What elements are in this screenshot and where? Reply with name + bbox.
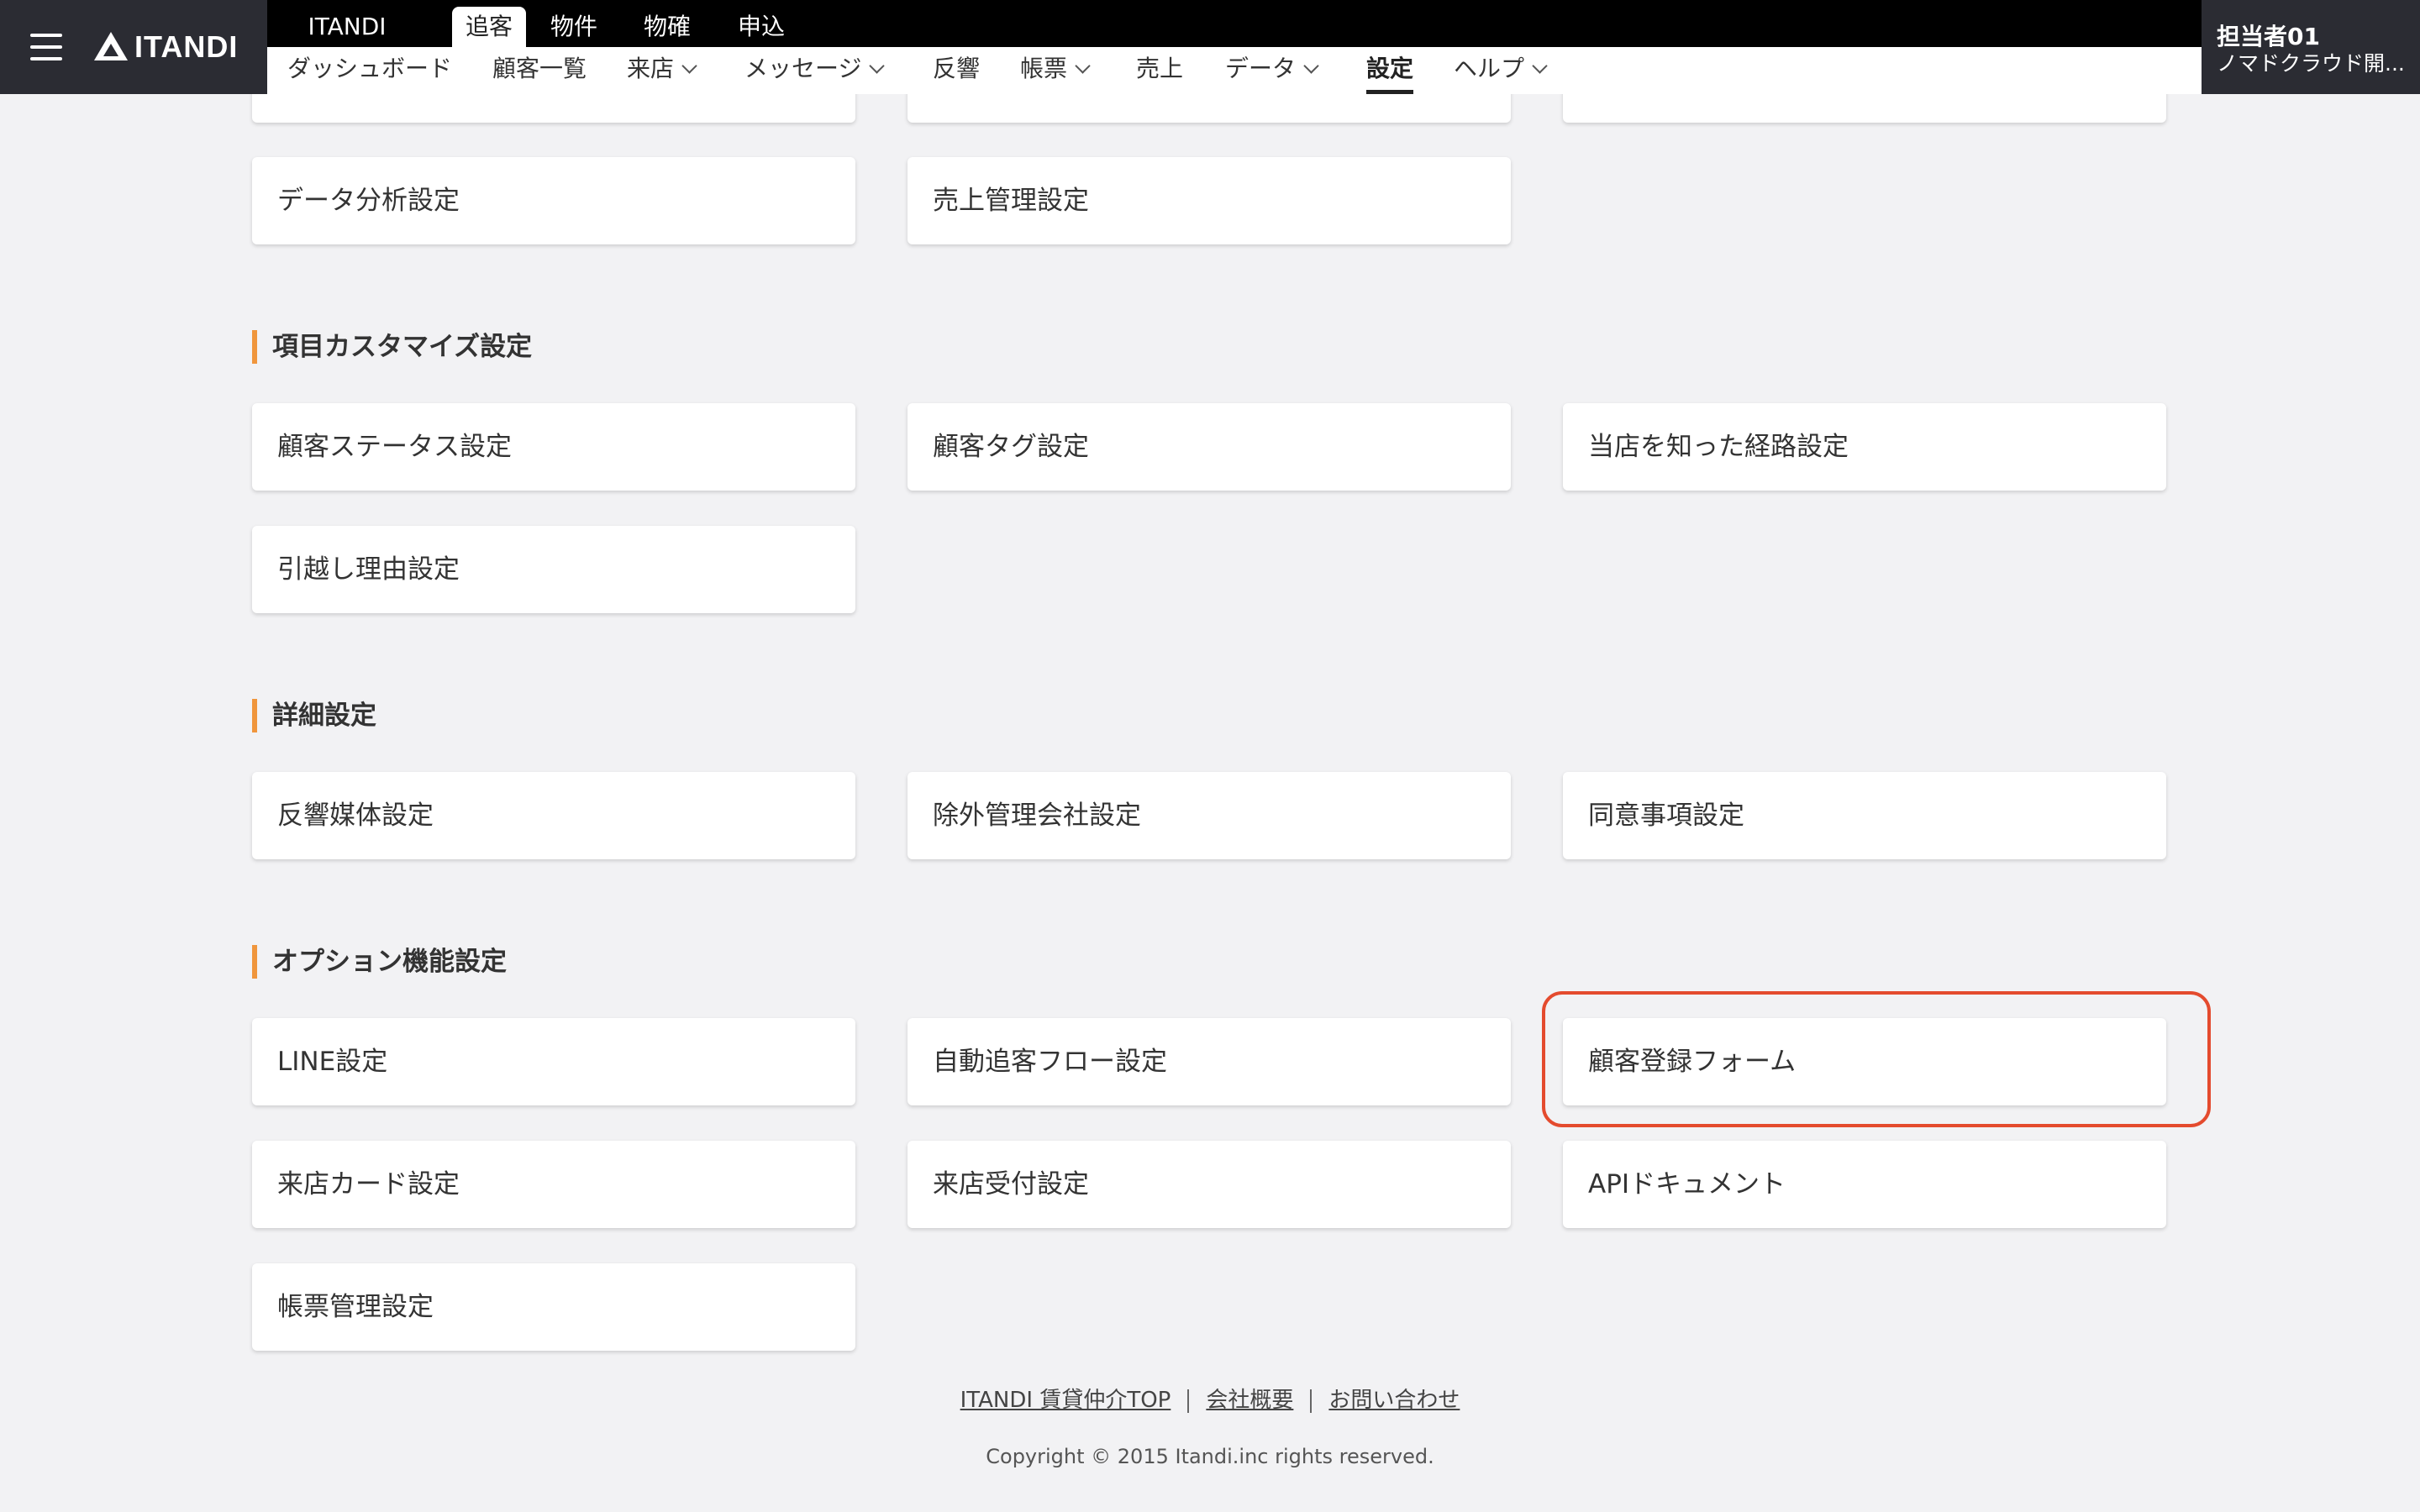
service-tab-itandi-bb[interactable]: ITANDI BB: [301, 7, 393, 81]
nav-forms[interactable]: 帳票: [1020, 47, 1091, 94]
nav-data[interactable]: データ: [1225, 47, 1319, 94]
nav-help[interactable]: ヘルプ: [1454, 47, 1548, 94]
footer-separator: [1187, 1389, 1190, 1413]
nav-message[interactable]: メッセージ: [744, 47, 886, 94]
section-title-detail: 詳細設定: [252, 699, 376, 732]
user-menu[interactable]: 担当者01 ノマドクラウド開...: [2202, 0, 2420, 94]
card-referral-route-settings[interactable]: 当店を知った経路設定: [1563, 403, 2166, 491]
service-tab-moushikomi[interactable]: 申込: [736, 7, 786, 47]
card-customer-registration-form[interactable]: 顧客登録フォーム: [1563, 1018, 2166, 1105]
nav-customer-list[interactable]: 顧客一覧: [492, 47, 587, 94]
card-excluded-company-settings[interactable]: 除外管理会社設定: [908, 772, 1511, 859]
chevron-down-icon: [869, 58, 886, 74]
card-moving-reason-settings[interactable]: 引越し理由設定: [252, 526, 855, 613]
hamburger-menu-icon[interactable]: [30, 34, 62, 60]
app-header: ITANDI ITANDI BB 追客 物件 物確 申込 ダッシュボード 顧客一…: [0, 0, 2420, 94]
service-tab-tsuikyaku[interactable]: 追客: [452, 7, 526, 47]
service-tabs-bar: ITANDI BB 追客 物件 物確 申込: [267, 0, 2202, 81]
nav-response[interactable]: 反響: [933, 47, 980, 94]
chevron-down-icon: [1303, 58, 1319, 74]
card-customer-tag-settings[interactable]: 顧客タグ設定: [908, 403, 1511, 491]
card-consent-settings[interactable]: 同意事項設定: [1563, 772, 2166, 859]
nav-dashboard[interactable]: ダッシュボード: [287, 47, 452, 94]
brand-bar: ITANDI: [0, 0, 267, 94]
card-api-document[interactable]: APIドキュメント: [1563, 1141, 2166, 1228]
footer-link-company[interactable]: 会社概要: [1206, 1388, 1293, 1413]
nav-settings[interactable]: 設定: [1366, 47, 1414, 94]
main-nav: ダッシュボード 顧客一覧 来店 メッセージ 反響 帳票 売上 データ 設定 ヘル…: [267, 47, 2202, 94]
card-visit-card-settings[interactable]: 来店カード設定: [252, 1141, 855, 1228]
nav-sales[interactable]: 売上: [1136, 47, 1183, 94]
nav-visit[interactable]: 来店: [627, 47, 697, 94]
card-visit-reception-settings[interactable]: 来店受付設定: [908, 1141, 1511, 1228]
card-line-settings[interactable]: LINE設定: [252, 1018, 855, 1105]
section-title-customize: 項目カスタマイズ設定: [252, 330, 532, 364]
card-customer-status-settings[interactable]: 顧客ステータス設定: [252, 403, 855, 491]
itandi-logo[interactable]: ITANDI: [92, 27, 238, 67]
logo-text: ITANDI: [134, 29, 239, 64]
footer-link-contact[interactable]: お問い合わせ: [1328, 1388, 1460, 1413]
card-form-management-settings[interactable]: 帳票管理設定: [252, 1263, 855, 1351]
itandi-logo-icon: [94, 32, 128, 60]
footer-link-itandi-top[interactable]: ITANDI 賃貸仲介TOP: [960, 1388, 1171, 1413]
card-data-analysis-settings[interactable]: データ分析設定: [252, 157, 855, 244]
copyright-text: Copyright © 2015 Itandi.inc rights reser…: [986, 1445, 1434, 1468]
chevron-down-icon: [1075, 58, 1091, 74]
service-tab-bukkaku[interactable]: 物確: [642, 7, 692, 47]
service-tab-bukken[interactable]: 物件: [549, 7, 599, 47]
user-company: ノマドクラウド開...: [2217, 51, 2405, 76]
footer-links: ITANDI 賃貸仲介TOP 会社概要 お問い合わせ: [0, 1383, 2420, 1414]
chevron-down-icon: [1532, 58, 1548, 74]
chevron-down-icon: [681, 58, 697, 74]
section-title-options: オプション機能設定: [252, 945, 507, 979]
footer-separator: [1310, 1389, 1313, 1413]
card-sales-management-settings[interactable]: 売上管理設定: [908, 157, 1511, 244]
card-auto-followup-flow-settings[interactable]: 自動追客フロー設定: [908, 1018, 1511, 1105]
card-response-media-settings[interactable]: 反響媒体設定: [252, 772, 855, 859]
